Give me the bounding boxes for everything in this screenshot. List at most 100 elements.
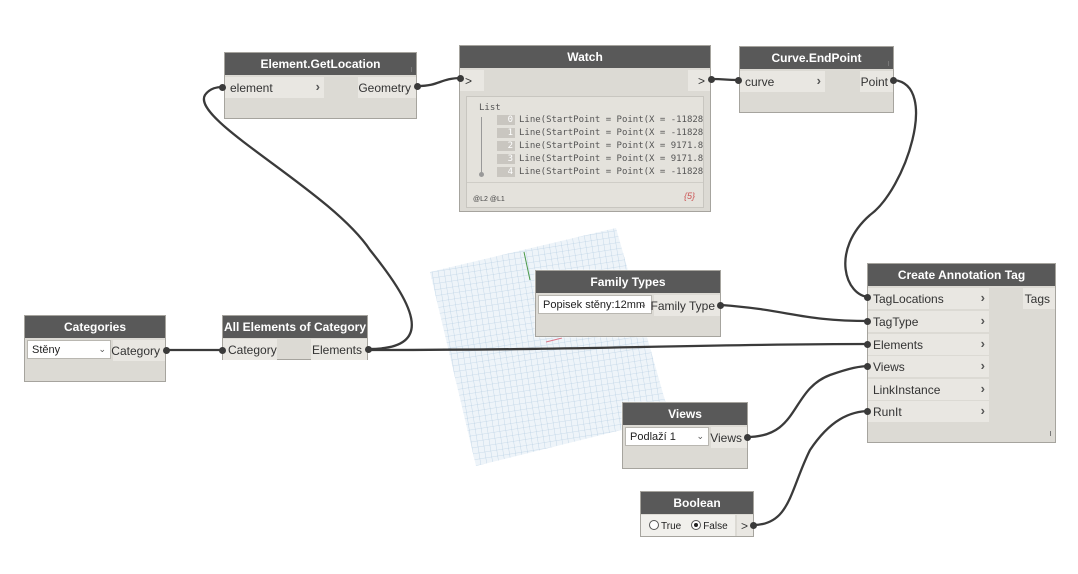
- resize-grip-icon[interactable]: [888, 61, 889, 66]
- port-dot: [864, 341, 871, 348]
- node-watch[interactable]: Watch > > List 0 Line(StartPoint = Point(…: [459, 45, 711, 212]
- node-title: All Elements of Category: [223, 316, 367, 338]
- output-port-tags[interactable]: Tags: [1023, 288, 1055, 309]
- list-value: Line(StartPoint = Point(X = 9171.8: [519, 141, 704, 151]
- port-dot: [414, 83, 421, 90]
- port-label: element: [230, 80, 273, 95]
- family-type-dropdown[interactable]: Popisek stěny:12mm ⌄: [538, 295, 652, 314]
- node-title: Element.GetLocation: [225, 53, 416, 75]
- input-port-category[interactable]: Category: [223, 339, 277, 360]
- node-create-annotation-tag[interactable]: Create Annotation Tag TagLocations › TagT…: [867, 263, 1056, 443]
- input-port-tagtype[interactable]: TagType ›: [868, 311, 989, 332]
- input-port-elements[interactable]: Elements ›: [868, 334, 989, 355]
- port-label: Views: [710, 430, 742, 445]
- input-port-watch[interactable]: >: [460, 70, 484, 91]
- port-dot: [163, 347, 170, 354]
- node-boolean[interactable]: Boolean True False >: [640, 491, 754, 537]
- port-dot: [864, 318, 871, 325]
- list-item: 4 Line(StartPoint = Point(X = -11828: [497, 166, 703, 178]
- port-dot: [750, 522, 757, 529]
- port-dot: [219, 347, 226, 354]
- port-label: TagLocations: [873, 291, 944, 306]
- radio-icon: [649, 520, 659, 530]
- resize-grip-icon[interactable]: [411, 67, 412, 72]
- output-port-views[interactable]: Views: [710, 427, 747, 448]
- port-dot: [744, 434, 751, 441]
- output-port-watch[interactable]: >: [688, 70, 710, 91]
- chevron-down-icon: ⌄: [696, 431, 704, 441]
- output-port-geometry[interactable]: Geometry: [358, 77, 416, 98]
- true-radio[interactable]: True: [649, 519, 681, 532]
- port-dot: [717, 302, 724, 309]
- node-curve-endpoint[interactable]: Curve.EndPoint curve › Point: [739, 46, 894, 113]
- port-dot: [864, 294, 871, 301]
- graph-canvas[interactable]: Element.GetLocation element › Geometry W…: [0, 0, 1078, 574]
- resize-grip-icon[interactable]: [1050, 431, 1051, 436]
- false-radio[interactable]: False: [691, 519, 728, 532]
- chevron-right-icon: ›: [980, 336, 985, 351]
- chevron-right-icon: ›: [816, 73, 821, 88]
- output-port-elements[interactable]: Elements: [311, 339, 367, 360]
- port-dot: [864, 408, 871, 415]
- node-title: Views: [623, 403, 747, 425]
- list-value: Line(StartPoint = Point(X = -11828: [519, 167, 704, 177]
- node-categories[interactable]: Categories Stěny ⌄ Category: [24, 315, 166, 382]
- port-label: RunIt: [873, 404, 902, 419]
- list-index: 0: [497, 115, 515, 125]
- port-label: >: [697, 73, 705, 88]
- list-item: 1 Line(StartPoint = Point(X = -11828: [497, 127, 703, 139]
- port-dot: [708, 76, 715, 83]
- port-dot: [890, 77, 897, 84]
- port-dot: [365, 346, 372, 353]
- node-views[interactable]: Views Podlaží 1 ⌄ Views: [622, 402, 748, 469]
- port-dot: [219, 84, 226, 91]
- boolean-toggle[interactable]: True False: [641, 515, 735, 536]
- radio-label: True: [661, 521, 682, 532]
- port-label: Point: [860, 74, 888, 89]
- list-index: 3: [497, 154, 515, 164]
- node-title: Watch: [460, 46, 710, 68]
- input-port-curve[interactable]: curve ›: [740, 71, 825, 92]
- output-port-category[interactable]: Category: [111, 340, 165, 361]
- list-item: 2 Line(StartPoint = Point(X = 9171.8: [497, 140, 703, 152]
- node-family-types[interactable]: Family Types Popisek stěny:12mm ⌄ Family…: [535, 270, 721, 337]
- watch-output-panel[interactable]: List 0 Line(StartPoint = Point(X = -11828…: [466, 96, 704, 208]
- tree-line: [481, 117, 482, 173]
- port-label: Family Type: [650, 298, 715, 313]
- chevron-down-icon: ⌄: [639, 299, 647, 309]
- node-element-getlocation[interactable]: Element.GetLocation element › Geometry: [224, 52, 417, 119]
- views-dropdown[interactable]: Podlaží 1 ⌄: [625, 427, 709, 446]
- watch-list-label: List: [479, 103, 501, 113]
- port-label: Category: [228, 342, 277, 357]
- radio-label: False: [703, 521, 728, 532]
- list-index: 2: [497, 141, 515, 151]
- port-label: Tags: [1024, 291, 1050, 306]
- input-port-linkinstance[interactable]: LinkInstance ›: [868, 379, 989, 400]
- chevron-right-icon: ›: [980, 290, 985, 305]
- chevron-right-icon: ›: [980, 358, 985, 373]
- dropdown-value: Stěny: [32, 343, 61, 356]
- tree-end-dot-icon: [479, 172, 484, 177]
- port-label: >: [740, 518, 748, 533]
- input-port-views[interactable]: Views ›: [868, 356, 989, 377]
- output-port-family-type[interactable]: Family Type: [650, 295, 720, 316]
- list-value: Line(StartPoint = Point(X = -11828: [519, 115, 704, 125]
- dropdown-value: Popisek stěny:12mm: [543, 298, 646, 311]
- output-port-point[interactable]: Point: [860, 71, 893, 92]
- node-title: Boolean: [641, 492, 753, 514]
- input-port-element[interactable]: element ›: [225, 77, 324, 98]
- port-label: TagType: [873, 314, 919, 329]
- node-title: Create Annotation Tag: [868, 264, 1055, 286]
- node-title: Categories: [25, 316, 165, 338]
- list-item: 0 Line(StartPoint = Point(X = -11828: [497, 114, 703, 126]
- port-label: Geometry: [358, 80, 411, 95]
- port-label: Elements: [873, 337, 924, 352]
- port-label: curve: [745, 74, 775, 89]
- node-title: Family Types: [536, 271, 720, 293]
- input-port-runit[interactable]: RunIt ›: [868, 401, 989, 422]
- input-port-taglocations[interactable]: TagLocations ›: [868, 288, 989, 309]
- category-dropdown[interactable]: Stěny ⌄: [27, 340, 111, 359]
- node-all-elements-of-category[interactable]: All Elements of Category Category Elemen…: [222, 315, 368, 360]
- chevron-right-icon: ›: [315, 79, 320, 94]
- list-value: Line(StartPoint = Point(X = -11828: [519, 128, 704, 138]
